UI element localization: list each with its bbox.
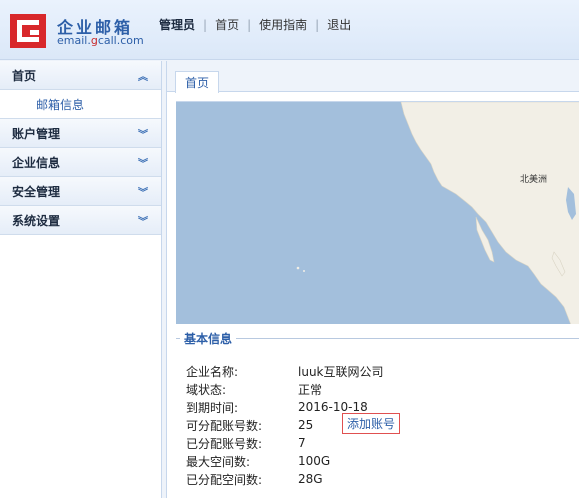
chevron-down-double-icon: ︾ xyxy=(138,158,148,170)
nav-logout-link[interactable]: 退出 xyxy=(327,16,351,33)
current-user: 管理员 xyxy=(159,18,196,32)
map-view[interactable]: 北美洲 xyxy=(176,101,579,324)
sidebar-group-account[interactable]: 账户管理 ︾ xyxy=(0,119,161,148)
chevron-up-double-icon: ︽ xyxy=(138,71,148,83)
add-account-button[interactable]: 添加账号 xyxy=(342,413,401,434)
chevron-down-double-icon: ︾ xyxy=(138,129,148,141)
sidebar-item-mailbox-info[interactable]: 邮箱信息 xyxy=(0,90,161,119)
logo-icon xyxy=(10,14,46,48)
info-row-available-accounts: 可分配账号数: 25 xyxy=(186,418,314,433)
info-row-expiry-date: 到期时间: 2016-10-18 xyxy=(186,400,368,415)
basic-info-panel: 基本信息 企业名称: luuk互联网公司 域状态: 正常 到期时间: 2016-… xyxy=(176,330,579,498)
sidebar-group-company[interactable]: 企业信息 ︾ xyxy=(0,148,161,177)
chevron-down-double-icon: ︾ xyxy=(138,187,148,199)
main-content: 首页 北美洲 基本信息 企业名称: luuk互联网公司 域状态: 正常 到期时间… xyxy=(166,61,579,498)
sidebar-group-label: 系统设置 xyxy=(12,213,61,228)
sidebar-group-home[interactable]: 首页 ︽ xyxy=(0,61,161,90)
sidebar-group-label: 账户管理 xyxy=(12,126,61,141)
sidebar-group-settings[interactable]: 系统设置 ︾ xyxy=(0,206,161,235)
info-row-max-space: 最大空间数: 100G xyxy=(186,454,331,469)
sidebar-group-label: 首页 xyxy=(12,68,37,83)
brand-subtitle: email.gcall.com xyxy=(57,34,144,47)
info-row-used-accounts: 已分配账号数: 7 xyxy=(186,436,306,451)
map-label-north-america: 北美洲 xyxy=(520,175,548,185)
info-row-company-name: 企业名称: luuk互联网公司 xyxy=(186,364,384,379)
nav-home-link[interactable]: 首页 xyxy=(215,16,239,33)
sidebar-group-security[interactable]: 安全管理 ︾ xyxy=(0,177,161,206)
top-nav: 管理员 | 首页 | 使用指南 | 退出 xyxy=(159,16,352,33)
info-row-domain-status: 域状态: 正常 xyxy=(186,382,323,397)
tab-bar: 首页 xyxy=(167,61,579,93)
tab-home[interactable]: 首页 xyxy=(175,71,220,93)
sidebar: 首页 ︽ 邮箱信息 账户管理 ︾ 企业信息 ︾ 安全管理 ︾ 系统设置 ︾ xyxy=(0,61,162,498)
chevron-down-double-icon: ︾ xyxy=(138,216,148,228)
info-row-used-space: 已分配空间数: 28G xyxy=(186,472,323,487)
map-land-shapes xyxy=(296,102,579,324)
nav-guide-link[interactable]: 使用指南 xyxy=(259,16,307,33)
app-header: 企业邮箱 email.gcall.com 管理员 | 首页 | 使用指南 | 退… xyxy=(0,0,579,60)
basic-info-title: 基本信息 xyxy=(180,330,237,347)
sidebar-group-label: 安全管理 xyxy=(12,184,61,199)
sidebar-group-label: 企业信息 xyxy=(12,155,61,170)
